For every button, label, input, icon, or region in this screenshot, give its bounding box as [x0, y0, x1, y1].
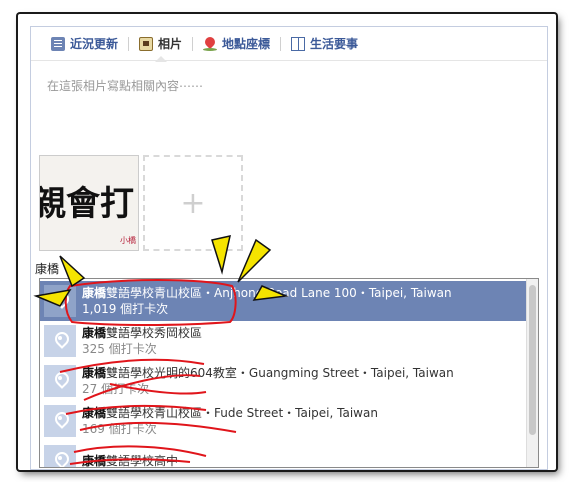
- place-pin-icon: [203, 37, 218, 51]
- tab-divider: [128, 36, 130, 51]
- place-result-item[interactable]: 康橋雙語學校青山校區・Fude Street・Taipei, Taiwan 16…: [40, 401, 526, 441]
- tab-life-event-label: 生活要事: [310, 37, 359, 51]
- photo-thumbnail[interactable]: 親會打 小橋: [39, 155, 139, 251]
- screenshot-frame: 近況更新 相片 地點座標 生活要事 在這張相片寫點相關內容⋯⋯ 親會打 小橋 +…: [18, 14, 556, 470]
- tab-place[interactable]: 地點座標: [197, 27, 276, 61]
- place-search-input[interactable]: 康橋: [35, 260, 59, 277]
- tab-place-label: 地點座標: [222, 37, 271, 51]
- tab-divider: [280, 36, 282, 51]
- location-pin-icon: [44, 285, 76, 317]
- place-result-item[interactable]: 康橋雙語學校光明的604教室・Guangming Street・Taipei, …: [40, 361, 526, 401]
- life-event-icon: [291, 36, 306, 51]
- tab-status-label: 近況更新: [70, 37, 119, 51]
- thumbnail-caption: 親會打: [39, 184, 134, 224]
- checkin-count: 325 個打卡次: [82, 342, 157, 356]
- place-name: 康橋雙語學校青山校區・Anjhong Road Lane 100・Taipei,…: [82, 286, 452, 300]
- place-result-item[interactable]: 康橋雙語學校秀岡校區 325 個打卡次: [40, 321, 526, 361]
- scrollbar-thumb[interactable]: [529, 285, 536, 435]
- place-name: 康橋雙語學校青山校區・Fude Street・Taipei, Taiwan: [82, 406, 378, 420]
- composer-panel: 近況更新 相片 地點座標 生活要事 在這張相片寫點相關內容⋯⋯ 親會打 小橋 +…: [30, 26, 548, 470]
- place-name: 康橋雙語學校光明的604教室・Guangming Street・Taipei, …: [82, 366, 454, 380]
- photo-icon: [139, 36, 154, 51]
- tab-photo[interactable]: 相片: [133, 27, 188, 62]
- place-name: 康橋雙語學校高中: [82, 454, 179, 468]
- tab-life-event[interactable]: 生活要事: [285, 27, 364, 61]
- location-pin-icon: [44, 405, 76, 437]
- photo-attachments: 親會打 小橋 +: [39, 155, 247, 259]
- thumbnail-stamp: 小橋: [120, 236, 136, 245]
- place-name: 康橋雙語學校秀岡校區: [82, 326, 203, 340]
- add-photo-button[interactable]: +: [143, 155, 243, 251]
- tab-photo-label: 相片: [158, 37, 183, 51]
- place-result-item[interactable]: 康橋雙語學校青山校區・Anjhong Road Lane 100・Taipei,…: [40, 281, 526, 321]
- checkin-count: 27 個打卡次: [82, 382, 150, 396]
- checkin-count: 169 個打卡次: [82, 422, 157, 436]
- location-pin-icon: [44, 365, 76, 397]
- composer-tabs: 近況更新 相片 地點座標 生活要事: [31, 27, 547, 62]
- location-pin-icon: [44, 325, 76, 357]
- tab-divider: [192, 36, 194, 51]
- tab-status[interactable]: 近況更新: [45, 27, 124, 61]
- place-result-item[interactable]: 康橋雙語學校高中: [40, 441, 526, 468]
- results-scrollbar[interactable]: [526, 279, 538, 467]
- plus-icon: +: [180, 185, 206, 221]
- place-results-list: 康橋雙語學校青山校區・Anjhong Road Lane 100・Taipei,…: [39, 278, 539, 468]
- checkin-count: 1,019 個打卡次: [82, 302, 169, 316]
- location-pin-icon: [44, 445, 76, 467]
- composer-input[interactable]: 在這張相片寫點相關內容⋯⋯: [47, 77, 203, 94]
- status-icon: [51, 36, 65, 51]
